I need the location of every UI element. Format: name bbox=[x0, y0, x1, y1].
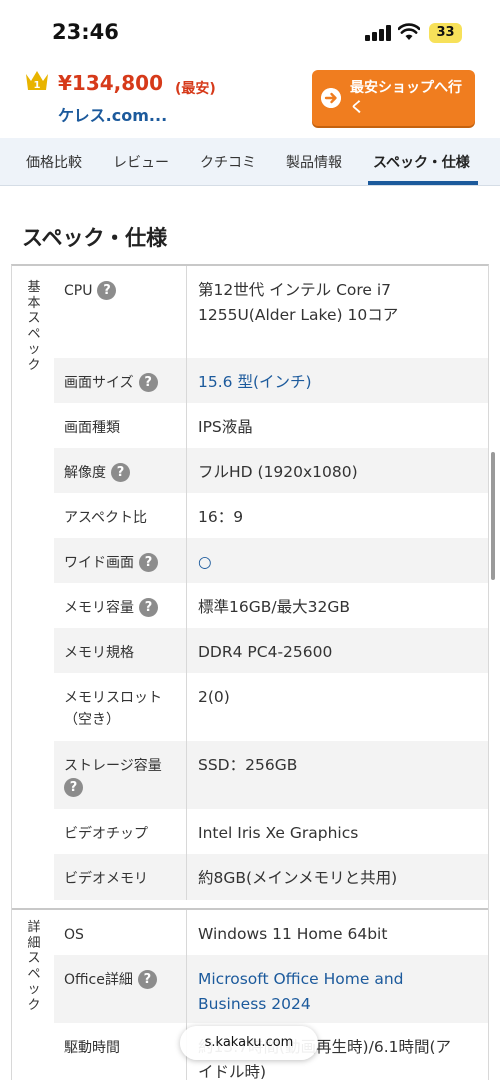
help-icon[interactable]: ? bbox=[138, 372, 158, 392]
spec-key: ストレージ容量 bbox=[64, 758, 162, 774]
spec-key: ビデオメモリ bbox=[64, 871, 148, 887]
spec-value: IPS液晶 bbox=[198, 418, 253, 436]
spec-row: ストレージ容量? SSD：256GB bbox=[54, 741, 488, 809]
help-icon[interactable]: ? bbox=[139, 597, 158, 617]
spec-row: ビデオチップ Intel Iris Xe Graphics bbox=[54, 809, 488, 854]
spec-group-basic: 基本スペック CPU? 第12世代 インテル Core i7 1255U(Ald… bbox=[12, 266, 488, 900]
lowest-price: ¥134,800 bbox=[58, 71, 164, 95]
spec-value: Windows 11 Home 64bit bbox=[198, 925, 388, 943]
spec-key: ビデオチップ bbox=[64, 826, 148, 842]
spec-value: 2(0) bbox=[198, 688, 230, 706]
spec-key: CPU bbox=[64, 283, 93, 299]
spec-value: DDR4 PC4-25600 bbox=[198, 643, 333, 661]
spec-key: 解像度 bbox=[64, 465, 106, 481]
spec-group-label: 詳細スペック bbox=[12, 910, 53, 1080]
spec-value: フルHD (1920x1080) bbox=[198, 463, 358, 481]
spec-key: Office詳細 bbox=[64, 972, 133, 988]
shop-name-link[interactable]: ケレス.com... bbox=[58, 102, 167, 126]
tab-product-info[interactable]: 製品情報 bbox=[286, 152, 342, 172]
active-tab-indicator bbox=[368, 181, 478, 185]
spec-key: メモリスロット（空き） bbox=[64, 690, 162, 728]
scroll-indicator[interactable] bbox=[491, 452, 495, 580]
cellular-signal-icon bbox=[365, 25, 391, 41]
wide-screen-value[interactable]: ○ bbox=[198, 550, 478, 575]
crown-icon: 1 bbox=[26, 71, 48, 91]
arrow-right-icon bbox=[321, 88, 341, 108]
spec-row: メモリ規格 DDR4 PC4-25600 bbox=[54, 628, 488, 673]
spec-key: ワイド画面 bbox=[64, 555, 134, 571]
url-bar[interactable]: s.kakaku.com bbox=[180, 1026, 318, 1060]
price-header: 1 ¥134,800 (最安) ケレス.com... 最安ショップへ行く bbox=[0, 62, 500, 138]
spec-key: メモリ規格 bbox=[64, 645, 134, 661]
section-title: スペック・仕様 bbox=[22, 226, 168, 250]
tab-kuchikomi[interactable]: クチコミ bbox=[200, 152, 256, 172]
spec-key: OS bbox=[64, 927, 84, 943]
help-icon[interactable]: ? bbox=[137, 969, 157, 989]
spec-key: アスペクト比 bbox=[64, 510, 148, 526]
tab-price-compare[interactable]: 価格比較 bbox=[26, 152, 82, 172]
spec-key: メモリ容量 bbox=[64, 600, 134, 616]
spec-group-label: 基本スペック bbox=[12, 266, 53, 900]
spec-value: 16：9 bbox=[198, 508, 244, 526]
status-time: 23:46 bbox=[52, 20, 119, 44]
office-detail-link[interactable]: Microsoft Office Home and Business 2024 bbox=[198, 967, 438, 1016]
spec-value: Intel Iris Xe Graphics bbox=[198, 824, 359, 842]
help-icon[interactable]: ? bbox=[97, 280, 117, 300]
battery-icon: 33 bbox=[429, 23, 462, 43]
spec-row: メモリ容量? 標準16GB/最大32GB bbox=[54, 583, 488, 628]
spec-row: 解像度? フルHD (1920x1080) bbox=[54, 448, 488, 493]
spec-value: 約8GB(メインメモリと共用) bbox=[198, 869, 398, 887]
screen-size-link[interactable]: 15.6 型(インチ) bbox=[198, 370, 478, 395]
tab-reviews[interactable]: レビュー bbox=[113, 152, 169, 172]
spec-key: 駆動時間 bbox=[64, 1040, 120, 1056]
spec-row: 画面種類 IPS液晶 bbox=[54, 403, 488, 448]
status-bar: 23:46 33 bbox=[0, 0, 500, 62]
tab-specs[interactable]: スペック・仕様 bbox=[373, 152, 470, 172]
spec-row: CPU? 第12世代 インテル Core i7 1255U(Alder Lake… bbox=[54, 266, 488, 358]
spec-value: 標準16GB/最大32GB bbox=[198, 598, 350, 616]
help-icon[interactable]: ? bbox=[64, 778, 83, 797]
tab-bar: 価格比較 レビュー クチコミ 製品情報 スペック・仕様 bbox=[0, 138, 500, 186]
spec-row: OS Windows 11 Home 64bit bbox=[54, 910, 488, 955]
spec-row: メモリスロット（空き） 2(0) bbox=[54, 673, 488, 741]
help-icon[interactable]: ? bbox=[111, 462, 130, 482]
spec-row: アスペクト比 16：9 bbox=[54, 493, 488, 538]
go-to-cheapest-shop-button[interactable]: 最安ショップへ行く bbox=[312, 70, 475, 126]
spec-row: Office詳細? Microsoft Office Home and Busi… bbox=[54, 955, 488, 1023]
spec-value: 第12世代 インテル Core i7 1255U(Alder Lake) 10コ… bbox=[198, 281, 399, 324]
spec-row: ワイド画面? ○ bbox=[54, 538, 488, 583]
spec-key: 画面サイズ bbox=[64, 375, 134, 391]
spec-row: ビデオメモリ 約8GB(メインメモリと共用) bbox=[54, 854, 488, 900]
spec-key: 画面種類 bbox=[64, 420, 120, 436]
help-icon[interactable]: ? bbox=[139, 552, 158, 572]
spec-value: SSD：256GB bbox=[198, 756, 298, 774]
price-note: (最安) bbox=[175, 81, 216, 97]
spec-row: 画面サイズ? 15.6 型(インチ) bbox=[54, 358, 488, 403]
wifi-icon bbox=[398, 23, 420, 40]
cta-label: 最安ショップへ行く bbox=[350, 80, 462, 116]
spec-table: 基本スペック CPU? 第12世代 インテル Core i7 1255U(Ald… bbox=[11, 264, 489, 1080]
rank-number: 1 bbox=[34, 80, 41, 91]
